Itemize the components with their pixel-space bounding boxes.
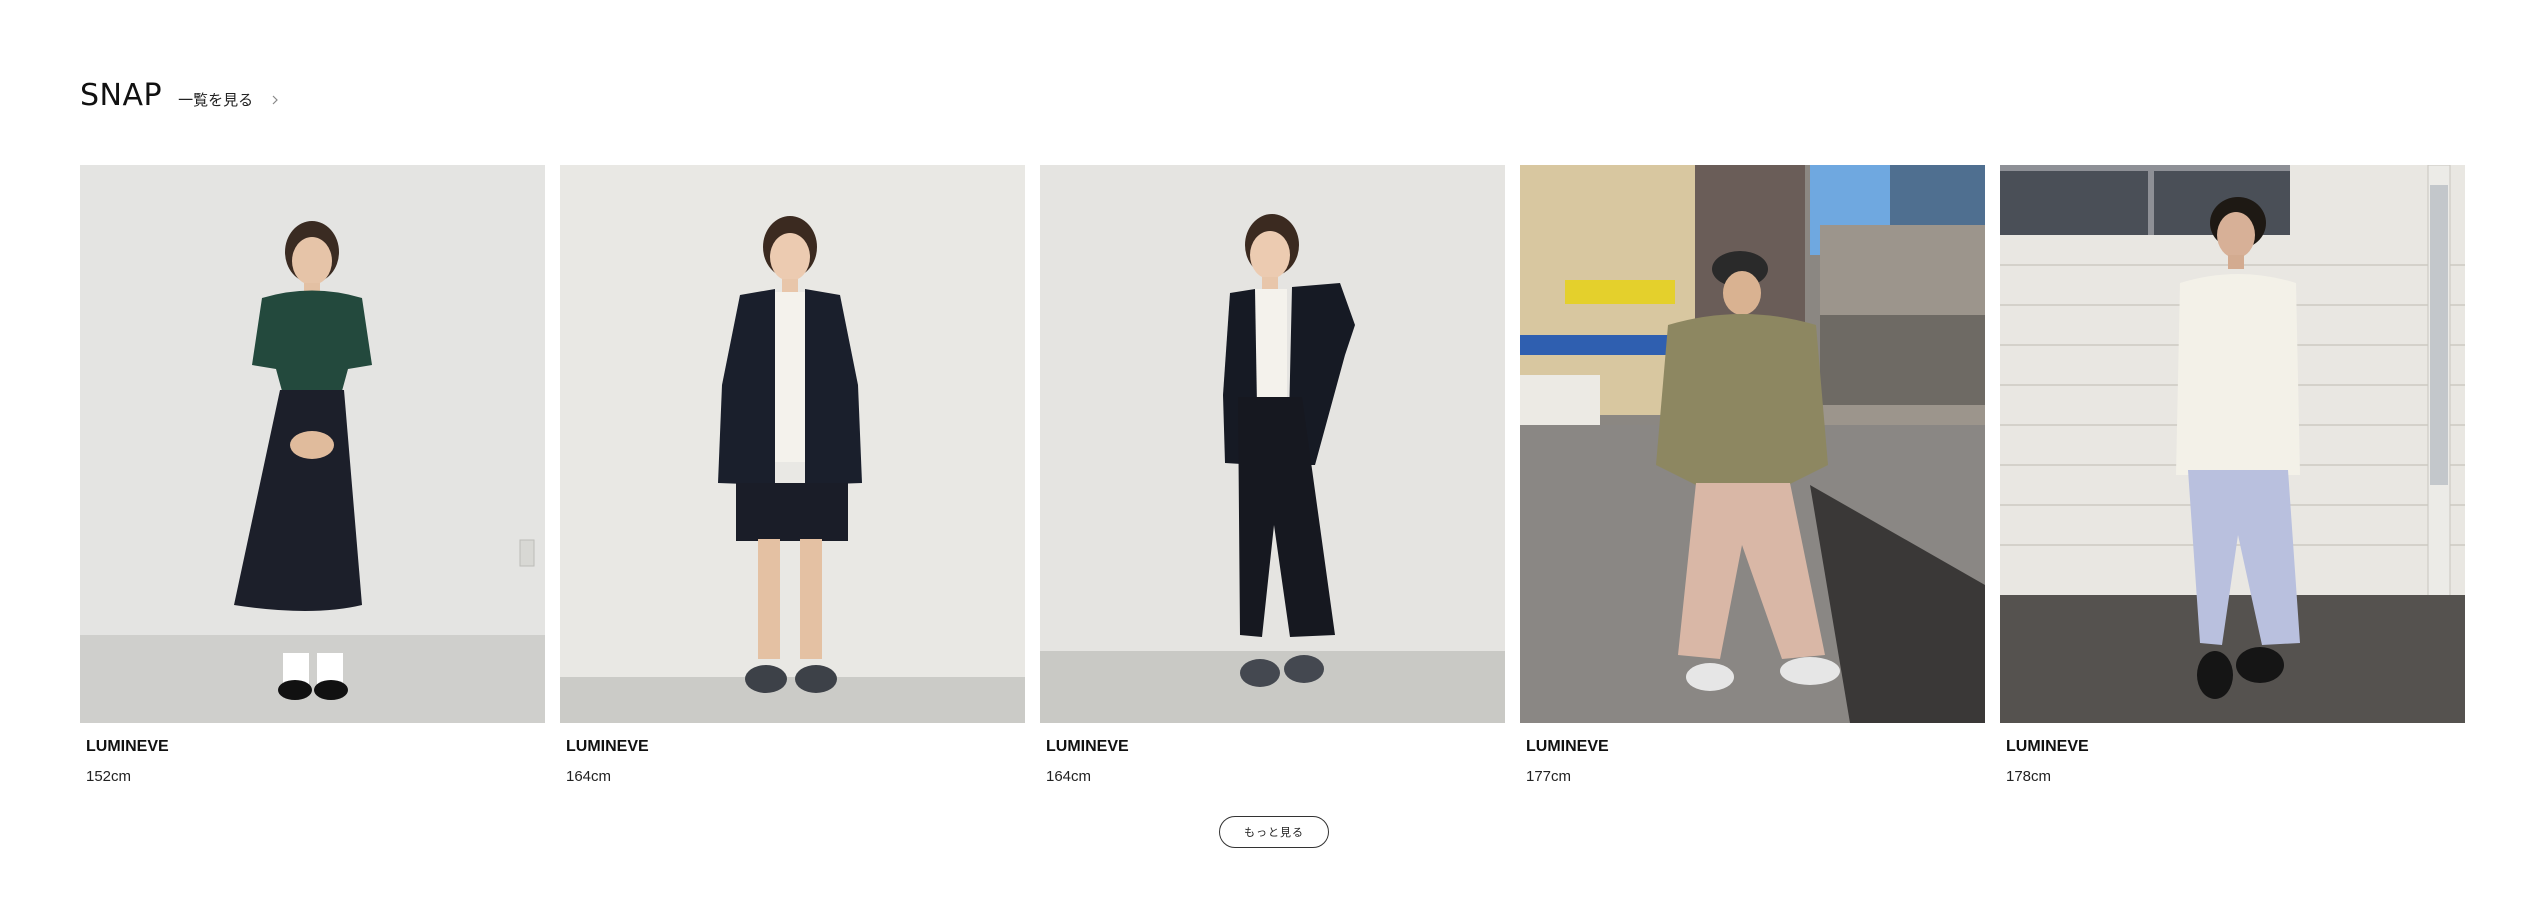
card-height: 178cm <box>2006 768 2052 785</box>
snap-card[interactable]: LUMINEVE 164cm <box>1040 165 1505 787</box>
snap-section: SNAP 一覧を見る LUMINEVE 152cm LUMINEVE 164cm… <box>0 0 2547 902</box>
card-meta: LUMINEVE 152cm <box>80 723 545 787</box>
card-brand: LUMINEVE <box>1526 738 1609 755</box>
card-height: 152cm <box>86 768 132 785</box>
card-brand: LUMINEVE <box>86 738 169 755</box>
snap-card[interactable]: LUMINEVE 178cm <box>2000 165 2465 787</box>
card-meta: LUMINEVE 164cm <box>560 723 1025 787</box>
chevron-right-icon <box>269 94 281 106</box>
section-title: SNAP <box>80 78 163 113</box>
card-height: 177cm <box>1526 768 1572 785</box>
card-height: 164cm <box>566 768 612 785</box>
snap-card[interactable]: LUMINEVE 177cm <box>1520 165 1985 787</box>
more-button[interactable]: もっと見る <box>1219 816 1329 848</box>
card-height: 164cm <box>1046 768 1092 785</box>
snap-photo <box>2000 165 2465 723</box>
card-meta: LUMINEVE 178cm <box>2000 723 2465 787</box>
snap-card[interactable]: LUMINEVE 164cm <box>560 165 1025 787</box>
view-all-link[interactable]: 一覧を見る <box>178 89 281 110</box>
card-brand: LUMINEVE <box>566 738 649 755</box>
snap-photo <box>1040 165 1505 723</box>
card-brand: LUMINEVE <box>2006 738 2089 755</box>
snap-card[interactable]: LUMINEVE 152cm <box>80 165 545 787</box>
view-all-label: 一覧を見る <box>178 91 254 109</box>
snap-photo <box>560 165 1025 723</box>
card-meta: LUMINEVE 164cm <box>1040 723 1505 787</box>
card-brand: LUMINEVE <box>1046 738 1129 755</box>
snap-photo <box>1520 165 1985 723</box>
card-meta: LUMINEVE 177cm <box>1520 723 1985 787</box>
section-header: SNAP 一覧を見る <box>80 76 281 116</box>
snap-card-list: LUMINEVE 152cm LUMINEVE 164cm LUMINEVE 1… <box>80 165 2467 787</box>
more-button-label: もっと見る <box>1244 826 1304 839</box>
snap-photo <box>80 165 545 723</box>
